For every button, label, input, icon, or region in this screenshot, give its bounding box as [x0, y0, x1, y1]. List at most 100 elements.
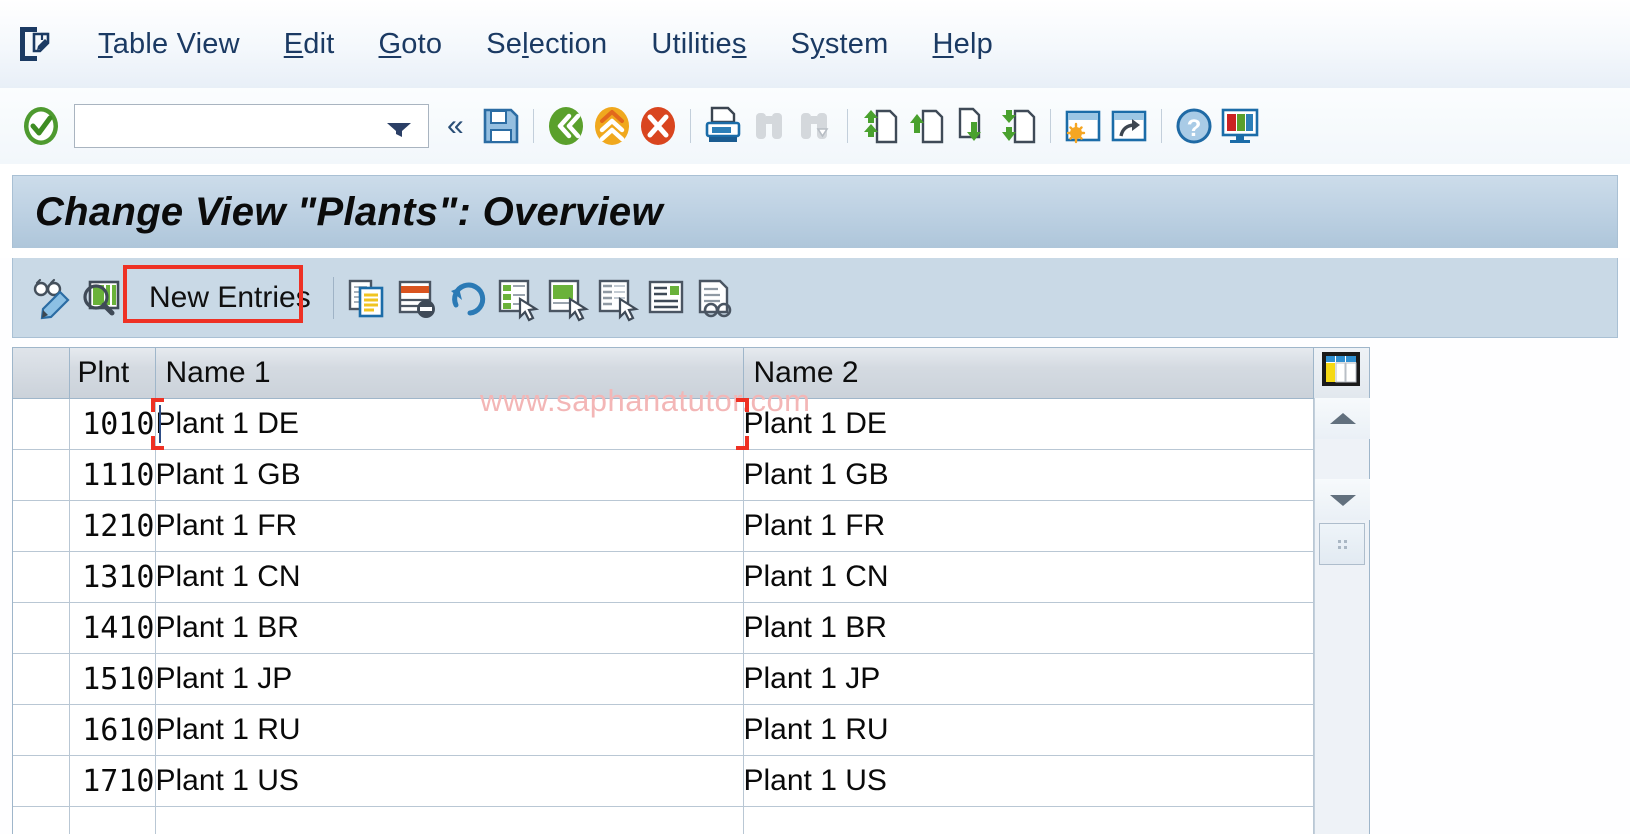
cell-plnt[interactable]: 1110	[69, 449, 156, 501]
column-header-name2[interactable]: Name 2	[743, 348, 1314, 399]
scroll-thumb-grip	[1337, 539, 1347, 549]
menu-item-system[interactable]: System	[769, 24, 911, 65]
row-selector[interactable]	[13, 449, 70, 501]
create-shortcut-button[interactable]	[1106, 103, 1152, 149]
find-next-button[interactable]	[792, 103, 838, 149]
column-config-icon[interactable]	[1313, 348, 1369, 399]
undo-button[interactable]	[442, 273, 492, 323]
cell-name1[interactable]	[155, 806, 744, 834]
table-row[interactable]: 1010 Plant 1 DE Plant 1 DE	[13, 398, 1369, 450]
cell-plnt[interactable]: 1010	[69, 398, 156, 450]
previous-page-button[interactable]	[903, 103, 949, 149]
cell-name2[interactable]: Plant 1 BR	[743, 602, 1314, 654]
print-button[interactable]	[700, 103, 746, 149]
help-button[interactable]: ?	[1171, 103, 1217, 149]
cell-name1[interactable]: Plant 1 CN	[155, 551, 744, 603]
deselect-all-button[interactable]	[592, 273, 642, 323]
cell-name2[interactable]: Plant 1 RU	[743, 704, 1314, 756]
table-row[interactable]: 1210 Plant 1 FR Plant 1 FR	[13, 500, 1369, 552]
row-selector[interactable]	[13, 602, 70, 654]
select-block-button[interactable]	[542, 273, 592, 323]
table-row[interactable]: 1410 Plant 1 BR Plant 1 BR	[13, 602, 1369, 654]
new-entries-button[interactable]: New Entries	[135, 273, 325, 323]
menu-item-goto[interactable]: Goto	[357, 24, 465, 65]
scroll-up-button[interactable]	[1315, 398, 1370, 439]
table-row[interactable]: 1510 Plant 1 JP Plant 1 JP	[13, 653, 1369, 705]
title-bar: Change View "Plants": Overview	[12, 175, 1618, 248]
scroll-down-button[interactable]	[1315, 479, 1370, 520]
last-page-button[interactable]	[995, 103, 1041, 149]
scroll-thumb[interactable]	[1319, 523, 1365, 565]
table-row[interactable]	[13, 806, 1369, 834]
cell-name2[interactable]	[743, 806, 1314, 834]
cell-name2[interactable]: Plant 1 JP	[743, 653, 1314, 705]
select-all-button[interactable]	[492, 273, 542, 323]
exit-button[interactable]	[589, 103, 635, 149]
row-selector[interactable]	[13, 704, 70, 756]
cell-name2[interactable]: Plant 1 GB	[743, 449, 1314, 501]
delete-button[interactable]	[392, 273, 442, 323]
system-menu-icon[interactable]	[14, 21, 54, 67]
menu-item-selection[interactable]: Selection	[464, 24, 629, 65]
collapse-toolbar-button[interactable]: «	[447, 111, 464, 141]
table-row[interactable]: 1110 Plant 1 GB Plant 1 GB	[13, 449, 1369, 501]
first-page-button[interactable]	[857, 103, 903, 149]
enter-button[interactable]	[18, 103, 64, 149]
cell-name1[interactable]: Plant 1 BR	[155, 602, 744, 654]
text-cursor	[158, 405, 161, 443]
cancel-button[interactable]	[635, 103, 681, 149]
cell-name1[interactable]: Plant 1 FR	[155, 500, 744, 552]
layout-menu-button[interactable]	[1217, 103, 1263, 149]
column-header-name1[interactable]: Name 1	[155, 348, 744, 399]
svg-text:?: ?	[1186, 115, 1201, 142]
row-selector[interactable]	[13, 551, 70, 603]
row-selector[interactable]	[13, 806, 70, 834]
copy-as-button[interactable]	[342, 273, 392, 323]
row-selector[interactable]	[13, 500, 70, 552]
cell-plnt[interactable]: 1210	[69, 500, 156, 552]
cell-name1[interactable]: Plant 1 RU	[155, 704, 744, 756]
save-button[interactable]	[478, 103, 524, 149]
row-selector[interactable]	[13, 755, 70, 807]
back-button[interactable]	[543, 103, 589, 149]
cell-name2[interactable]: Plant 1 DE	[743, 398, 1314, 450]
create-session-button[interactable]	[1060, 103, 1106, 149]
cell-plnt[interactable]: 1510	[69, 653, 156, 705]
cell-name2[interactable]: Plant 1 US	[743, 755, 1314, 807]
display-change-button[interactable]	[27, 273, 77, 323]
row-selector[interactable]	[13, 653, 70, 705]
cell-name2[interactable]: Plant 1 FR	[743, 500, 1314, 552]
cell-plnt[interactable]: 1610	[69, 704, 156, 756]
table-row[interactable]: 1610 Plant 1 RU Plant 1 RU	[13, 704, 1369, 756]
cell-plnt[interactable]	[69, 806, 156, 834]
cell-plnt[interactable]: 1410	[69, 602, 156, 654]
cell-plnt[interactable]: 1310	[69, 551, 156, 603]
cell-name1[interactable]: Plant 1 GB	[155, 449, 744, 501]
row-selector[interactable]	[13, 398, 70, 450]
table-row[interactable]: 1310 Plant 1 CN Plant 1 CN	[13, 551, 1369, 603]
menu-item-help[interactable]: Help	[911, 24, 1015, 65]
column-header-plnt[interactable]: Plnt	[69, 348, 156, 399]
cell-name2[interactable]: Plant 1 CN	[743, 551, 1314, 603]
plants-table: Plnt Name 1 Name 2 1010 Plant 1 DE Plant…	[12, 347, 1370, 834]
next-page-button[interactable]	[949, 103, 995, 149]
variants-button[interactable]	[692, 273, 742, 323]
cell-name1[interactable]: Plant 1 JP	[155, 653, 744, 705]
select-all-column-header[interactable]	[13, 348, 70, 399]
menu-item-edit[interactable]: Edit	[262, 24, 357, 65]
menu-item-utilities[interactable]: Utilities	[629, 24, 768, 65]
command-dropdown-icon[interactable]	[384, 121, 414, 144]
standard-toolbar: « ?	[0, 88, 1630, 165]
table-header-row: Plnt Name 1 Name 2	[13, 348, 1369, 399]
command-input[interactable]	[83, 105, 387, 147]
command-field[interactable]	[74, 104, 429, 148]
table-vertical-scrollbar[interactable]	[1314, 398, 1370, 834]
table-row[interactable]: 1710 Plant 1 US Plant 1 US	[13, 755, 1369, 807]
check-entries-button[interactable]	[77, 273, 127, 323]
cell-name1-focused[interactable]: Plant 1 DE	[155, 398, 744, 450]
menu-item-table-view[interactable]: Table View	[76, 24, 262, 65]
find-button[interactable]	[746, 103, 792, 149]
cell-name1[interactable]: Plant 1 US	[155, 755, 744, 807]
details-button[interactable]	[642, 273, 692, 323]
cell-plnt[interactable]: 1710	[69, 755, 156, 807]
